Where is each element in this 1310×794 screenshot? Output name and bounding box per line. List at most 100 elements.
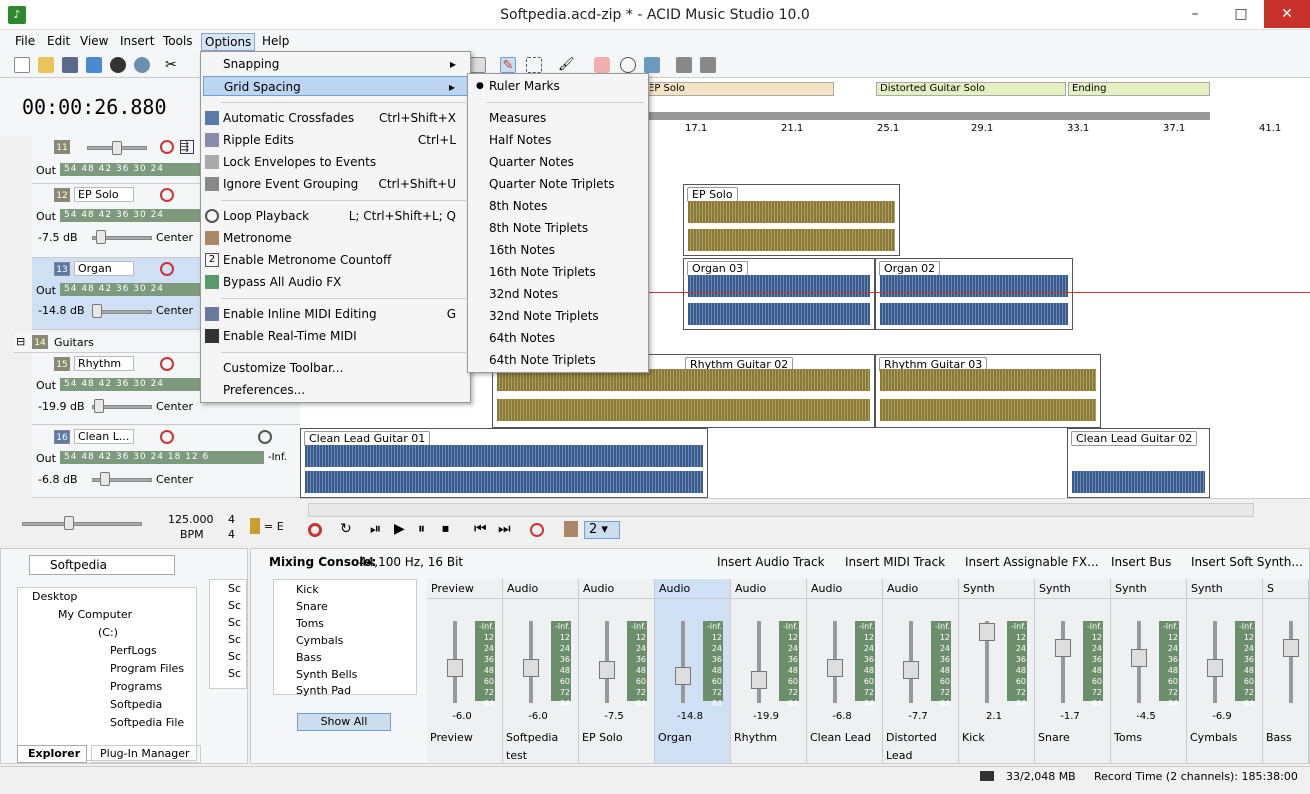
close-button[interactable]: ✕ (1264, 0, 1310, 28)
menu-item-realtime-midi[interactable]: Enable Real-Time MIDI (203, 326, 468, 346)
mixer-channel[interactable]: Audio -Inf. 12 24 36 48 60 72 84 -6.0 Softp… (503, 579, 579, 763)
record-icon[interactable] (308, 523, 322, 537)
menu-item-snapping[interactable]: Snapping ▸ (203, 54, 468, 74)
mixer-channel[interactable]: Audio -Inf. 12 24 36 48 60 72 84 -14.8 Orga… (655, 579, 731, 763)
volume-knob[interactable] (112, 141, 122, 155)
menu-item-lock-envelopes[interactable]: Lock Envelopes to Events (203, 152, 468, 172)
collapse-icon[interactable]: ⊟ (16, 335, 25, 348)
file-item[interactable]: Sc (228, 616, 241, 629)
menu-item-preferences[interactable]: Preferences... (203, 380, 468, 400)
mixer-channel[interactable]: Synth -Inf. 12 24 36 48 60 72 84 2.1 Kick (959, 579, 1035, 763)
menu-item-ripple-edits[interactable]: Ripple Edits Ctrl+L (203, 130, 468, 150)
menu-insert[interactable]: Insert (117, 33, 157, 51)
tree-item-perflogs[interactable]: PerfLogs (110, 644, 157, 657)
channel-list[interactable]: Kick Snare Toms Cymbals Bass Synth Bells… (273, 579, 417, 697)
tree-item-c-drive[interactable]: (C:) (98, 626, 118, 639)
insert-assignable-fx-button[interactable]: Insert Assignable FX... (965, 555, 1099, 569)
insert-soft-synth-button[interactable]: Insert Soft Synth... (1191, 555, 1303, 569)
tree-item-programs[interactable]: Programs (110, 680, 162, 693)
tree-item-my-computer[interactable]: My Computer (58, 608, 132, 621)
track-name[interactable]: Clean L... (74, 429, 134, 444)
grid-32nd-note-triplets[interactable]: 32nd Note Triplets (470, 306, 646, 326)
tree-item-desktop[interactable]: Desktop (32, 590, 77, 603)
insert-midi-track-button[interactable]: Insert MIDI Track (845, 555, 945, 569)
mixer-channel[interactable]: S Bass (1263, 579, 1309, 763)
volume-knob[interactable] (92, 304, 102, 318)
channel-item[interactable]: Snare (296, 600, 328, 613)
loop-icon[interactable]: ↻ (340, 521, 352, 537)
fader-knob[interactable] (1055, 639, 1071, 657)
time-display[interactable]: 00:00:26.880 (22, 95, 167, 119)
envelope-tool-icon[interactable] (620, 57, 636, 73)
channel-item[interactable]: Synth Pad (296, 684, 351, 697)
event-clean-lead-guitar-02[interactable]: Clean Lead Guitar 02 (1067, 428, 1210, 498)
fader-knob[interactable] (1283, 639, 1299, 657)
grid-quarter-note-triplets[interactable]: Quarter Note Triplets (470, 174, 646, 194)
record-arm-icon[interactable] (160, 188, 174, 202)
menu-edit[interactable]: Edit (44, 33, 73, 51)
grid-16th-notes[interactable]: 16th Notes (470, 240, 646, 260)
grid-32nd-notes[interactable]: 32nd Notes (470, 284, 646, 304)
fader-knob[interactable] (447, 659, 463, 677)
loop-bar[interactable] (636, 112, 1210, 120)
track-fx-icon[interactable] (180, 140, 194, 154)
track-pan[interactable]: Center (156, 231, 193, 244)
menu-item-automatic-crossfades[interactable]: Automatic Crossfades Ctrl+Shift+X (203, 108, 468, 128)
mixer-channel[interactable]: Audio -Inf. 12 24 36 48 60 72 84 -7.5 EP So… (579, 579, 655, 763)
grid-quarter-notes[interactable]: Quarter Notes (470, 152, 646, 172)
file-item[interactable]: Sc (228, 650, 241, 663)
time-sig-bottom[interactable]: 4 (228, 528, 235, 541)
track-pan[interactable]: Center (156, 304, 193, 317)
go-to-start-icon[interactable]: ⏮ (474, 521, 487, 537)
master-slider-knob[interactable] (64, 516, 74, 530)
settings-icon[interactable] (676, 57, 692, 73)
menu-help[interactable]: Help (259, 33, 292, 51)
go-to-end-icon[interactable]: ⏭ (498, 521, 511, 537)
grid-icon[interactable] (470, 57, 486, 73)
menu-options[interactable]: Options (201, 33, 256, 51)
menu-view[interactable]: View (77, 33, 111, 51)
help-pointer-icon[interactable] (700, 57, 716, 73)
stop-icon[interactable]: ⏹ (442, 521, 449, 537)
menu-item-ignore-grouping[interactable]: Ignore Event Grouping Ctrl+Shift+U (203, 174, 468, 194)
track-16[interactable]: 16 Clean L... Out 54 48 42 36 30 24 18 1… (32, 426, 300, 498)
file-item[interactable]: Sc (228, 599, 241, 612)
path-dropdown[interactable]: Softpedia (29, 555, 175, 575)
event-organ-03[interactable]: Organ 03 (683, 258, 875, 330)
volume-knob[interactable] (100, 472, 110, 486)
fader-knob[interactable] (523, 659, 539, 677)
mute-all-icon[interactable] (530, 523, 544, 537)
menu-item-metronome[interactable]: Metronome (203, 228, 468, 248)
file-item[interactable]: Sc (228, 633, 241, 646)
file-item[interactable]: Sc (228, 667, 241, 680)
region-marker[interactable]: Ending (1068, 82, 1210, 96)
paint-tool-icon[interactable]: 🖌 (558, 57, 575, 73)
fader-knob[interactable] (599, 661, 615, 679)
minimize-button[interactable]: – (1172, 0, 1218, 28)
event-organ-02[interactable]: Organ 02 (875, 258, 1073, 330)
folder-tree[interactable]: Desktop My Computer (C:) PerfLogs Progra… (17, 587, 197, 761)
record-arm-icon[interactable] (160, 430, 174, 444)
menu-item-bypass-fx[interactable]: Bypass All Audio FX (203, 272, 468, 292)
track-pan[interactable]: Center (156, 400, 193, 413)
file-list[interactable]: Sc Sc Sc Sc Sc Sc (209, 579, 247, 689)
key-value[interactable]: = E (264, 520, 284, 533)
menu-item-metronome-countoff[interactable]: 2 Enable Metronome Countoff (203, 250, 468, 270)
master-slider[interactable] (22, 522, 142, 526)
grid-64th-notes[interactable]: 64th Notes (470, 328, 646, 348)
time-sig-top[interactable]: 4 (228, 513, 235, 526)
mute-icon[interactable] (258, 430, 272, 444)
channel-item[interactable]: Synth Bells (296, 668, 357, 681)
volume-knob[interactable] (96, 230, 106, 244)
mixer-channel[interactable]: Audio -Inf. 12 24 36 48 60 72 84 -7.7 Disto… (883, 579, 959, 763)
menu-item-inline-midi[interactable]: Enable Inline MIDI Editing G (203, 304, 468, 324)
channel-item[interactable]: Cymbals (296, 634, 343, 647)
insert-bus-button[interactable]: Insert Bus (1111, 555, 1171, 569)
region-marker[interactable]: EP Solo (644, 82, 834, 96)
tree-item-softpedia[interactable]: Softpedia (110, 698, 162, 711)
event-rhythm-guitar-03[interactable]: Rhythm Guitar 03 (875, 354, 1101, 428)
mixer-channel[interactable]: Synth -Inf. 12 24 36 48 60 72 84 -4.5 Toms (1111, 579, 1187, 763)
track-name[interactable]: Rhythm (74, 356, 134, 371)
fader-knob[interactable] (751, 671, 767, 689)
maximize-button[interactable]: □ (1218, 0, 1264, 28)
